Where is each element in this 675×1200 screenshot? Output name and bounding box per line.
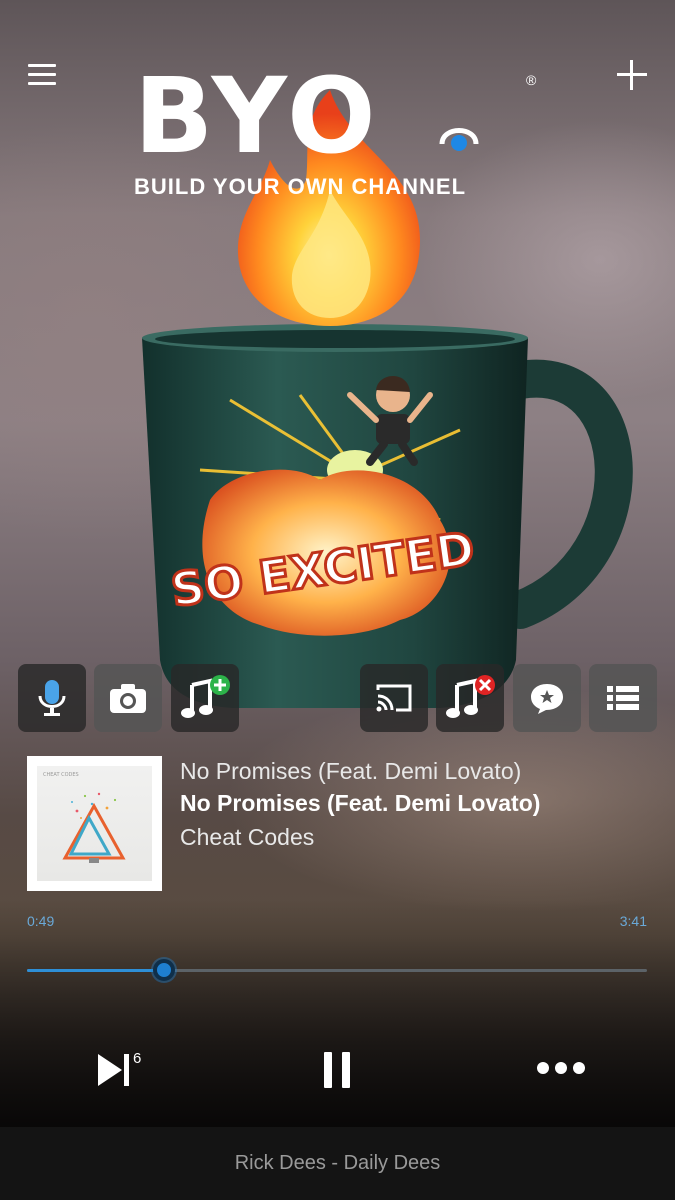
logo-tagline: BUILD YOUR OWN CHANNEL — [134, 174, 467, 199]
microphone-button[interactable] — [18, 664, 86, 732]
album-cover-text: CHEAT CODES — [43, 772, 79, 778]
microphone-icon — [38, 680, 66, 716]
music-note-remove-icon — [446, 675, 495, 718]
elapsed-time: 0:49 — [27, 913, 55, 929]
add-song-button[interactable] — [171, 664, 239, 732]
favorite-comment-button[interactable] — [513, 664, 581, 732]
track-artist: Cheat Codes — [180, 824, 315, 850]
logo-wordmark: BYO — [134, 55, 380, 177]
logo-registered: ® — [526, 72, 537, 88]
pause-button[interactable] — [322, 1052, 352, 1088]
byo-logo: BYO ® BUILD YOUR OWN CHANNEL — [134, 60, 544, 200]
menu-icon[interactable] — [28, 64, 56, 86]
track-title: No Promises (Feat. Demi Lovato) — [180, 790, 541, 816]
album-cover-graphic: CHEAT CODES — [43, 772, 126, 863]
total-time: 3:41 — [619, 913, 647, 929]
cast-button[interactable] — [360, 664, 428, 732]
queue-list-button[interactable] — [589, 664, 657, 732]
remove-song-button[interactable] — [436, 664, 504, 732]
more-options-button[interactable] — [537, 1062, 587, 1078]
camera-icon — [110, 684, 146, 713]
progress-fill — [27, 969, 165, 972]
camera-button[interactable] — [94, 664, 162, 732]
skip-count-badge: 6 — [133, 1050, 142, 1067]
cast-icon — [376, 684, 412, 712]
headphone-icon — [439, 128, 479, 151]
more-dot — [537, 1062, 549, 1074]
track-subtitle: No Promises (Feat. Demi Lovato) — [180, 758, 522, 784]
bottom-shade — [0, 900, 675, 1130]
action-bar — [0, 664, 675, 734]
star-chat-icon — [531, 684, 563, 714]
station-name: Rick Dees - Daily Dees — [234, 1152, 441, 1174]
add-icon[interactable] — [617, 60, 647, 90]
music-note-add-icon — [181, 675, 230, 718]
station-footer[interactable]: Rick Dees - Daily Dees — [0, 1127, 675, 1200]
progress-bar[interactable] — [27, 959, 647, 981]
list-icon — [607, 686, 639, 710]
album-art: CHEAT CODES — [27, 756, 162, 891]
more-dot — [573, 1062, 585, 1074]
more-dot — [555, 1062, 567, 1074]
